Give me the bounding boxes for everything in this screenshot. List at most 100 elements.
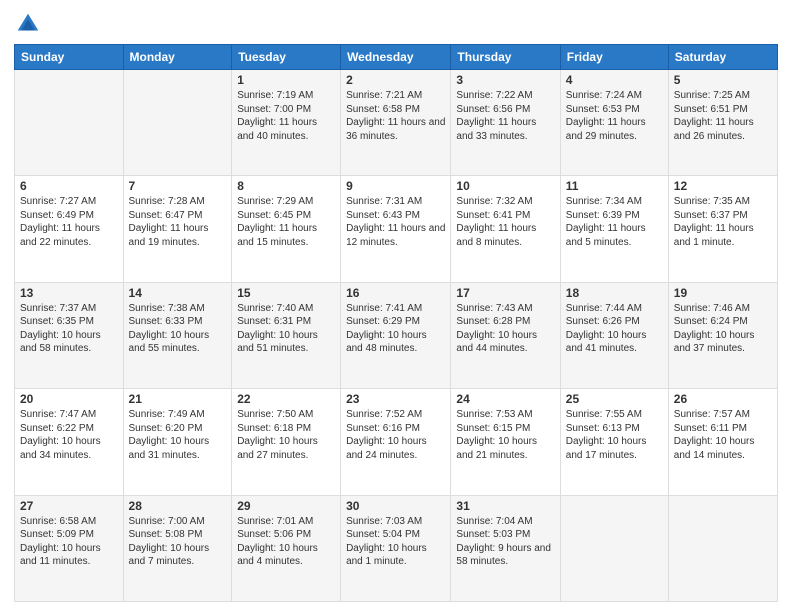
day-info: Sunrise: 7:03 AM Sunset: 5:04 PM Dayligh… <box>346 515 445 569</box>
calendar-cell: 29 Sunrise: 7:01 AM Sunset: 5:06 PM Dayli… <box>232 495 341 601</box>
calendar-cell: 6Sunrise: 7:27 AM Sunset: 6:49 PM Daylig… <box>15 176 124 282</box>
calendar-cell: 28 Sunrise: 7:00 AM Sunset: 5:08 PM Dayli… <box>123 495 232 601</box>
day-info: Sunrise: 7:43 AM Sunset: 6:28 PM Dayligh… <box>456 302 554 356</box>
day-number: 29 <box>237 499 335 513</box>
day-number: 28 <box>129 499 227 513</box>
day-info: Sunrise: 7:38 AM Sunset: 6:33 PM Dayligh… <box>129 302 227 356</box>
calendar-cell: 30 Sunrise: 7:03 AM Sunset: 5:04 PM Dayli… <box>341 495 451 601</box>
day-info: Sunrise: 7:52 AM Sunset: 6:16 PM Dayligh… <box>346 408 445 462</box>
day-number: 11 <box>566 179 663 193</box>
day-number: 26 <box>674 392 772 406</box>
day-info: Sunrise: 7:57 AM Sunset: 6:11 PM Dayligh… <box>674 408 772 462</box>
calendar-cell: 16 Sunrise: 7:41 AM Sunset: 6:29 PM Dayli… <box>341 282 451 388</box>
day-number: 5 <box>674 73 772 87</box>
calendar-header-row: SundayMondayTuesdayWednesdayThursdayFrid… <box>15 45 778 70</box>
day-info: Sunrise: 6:58 AM Sunset: 5:09 PM Dayligh… <box>20 515 118 569</box>
day-number: 27 <box>20 499 118 513</box>
day-number: 15 <box>237 286 335 300</box>
calendar-cell: 21 Sunrise: 7:49 AM Sunset: 6:20 PM Dayli… <box>123 389 232 495</box>
day-number: 23 <box>346 392 445 406</box>
calendar-cell: 1Sunrise: 7:19 AM Sunset: 7:00 PM Daylig… <box>232 70 341 176</box>
day-number: 4 <box>566 73 663 87</box>
calendar-cell: 9 Sunrise: 7:31 AM Sunset: 6:43 PM Daylig… <box>341 176 451 282</box>
day-info: Sunrise: 7:01 AM Sunset: 5:06 PM Dayligh… <box>237 515 335 569</box>
day-info: Sunrise: 7:50 AM Sunset: 6:18 PM Dayligh… <box>237 408 335 462</box>
main-container: SundayMondayTuesdayWednesdayThursdayFrid… <box>0 0 792 612</box>
day-info: Sunrise: 7:44 AM Sunset: 6:26 PM Dayligh… <box>566 302 663 356</box>
calendar-cell: 25 Sunrise: 7:55 AM Sunset: 6:13 PM Dayli… <box>560 389 668 495</box>
calendar-cell: 10 Sunrise: 7:32 AM Sunset: 6:41 PM Dayli… <box>451 176 560 282</box>
header <box>14 10 778 38</box>
day-info: Sunrise: 7:41 AM Sunset: 6:29 PM Dayligh… <box>346 302 445 356</box>
calendar-cell: 15 Sunrise: 7:40 AM Sunset: 6:31 PM Dayli… <box>232 282 341 388</box>
day-number: 30 <box>346 499 445 513</box>
calendar-cell: 11Sunrise: 7:34 AM Sunset: 6:39 PM Dayli… <box>560 176 668 282</box>
day-number: 1 <box>237 73 335 87</box>
day-info: Sunrise: 7:28 AM Sunset: 6:47 PM Dayligh… <box>129 195 227 249</box>
day-info: Sunrise: 7:25 AM Sunset: 6:51 PM Dayligh… <box>674 89 772 143</box>
day-info: Sunrise: 7:31 AM Sunset: 6:43 PM Dayligh… <box>346 195 445 249</box>
day-number: 24 <box>456 392 554 406</box>
day-number: 10 <box>456 179 554 193</box>
weekday-header: Saturday <box>668 45 777 70</box>
calendar-cell <box>123 70 232 176</box>
calendar-table: SundayMondayTuesdayWednesdayThursdayFrid… <box>14 44 778 602</box>
calendar-cell: 27 Sunrise: 6:58 AM Sunset: 5:09 PM Dayli… <box>15 495 124 601</box>
day-info: Sunrise: 7:00 AM Sunset: 5:08 PM Dayligh… <box>129 515 227 569</box>
day-info: Sunrise: 7:35 AM Sunset: 6:37 PM Dayligh… <box>674 195 772 249</box>
day-number: 22 <box>237 392 335 406</box>
day-number: 25 <box>566 392 663 406</box>
day-number: 21 <box>129 392 227 406</box>
calendar-week-row: 20 Sunrise: 7:47 AM Sunset: 6:22 PM Dayli… <box>15 389 778 495</box>
calendar-cell: 19 Sunrise: 7:46 AM Sunset: 6:24 PM Dayli… <box>668 282 777 388</box>
day-number: 18 <box>566 286 663 300</box>
day-info: Sunrise: 7:21 AM Sunset: 6:58 PM Dayligh… <box>346 89 445 143</box>
weekday-header: Wednesday <box>341 45 451 70</box>
calendar-cell: 4 Sunrise: 7:24 AM Sunset: 6:53 PM Daylig… <box>560 70 668 176</box>
calendar-cell: 5 Sunrise: 7:25 AM Sunset: 6:51 PM Daylig… <box>668 70 777 176</box>
day-number: 8 <box>237 179 335 193</box>
calendar-cell: 17Sunrise: 7:43 AM Sunset: 6:28 PM Dayli… <box>451 282 560 388</box>
day-info: Sunrise: 7:40 AM Sunset: 6:31 PM Dayligh… <box>237 302 335 356</box>
weekday-header: Sunday <box>15 45 124 70</box>
day-number: 16 <box>346 286 445 300</box>
day-info: Sunrise: 7:24 AM Sunset: 6:53 PM Dayligh… <box>566 89 663 143</box>
calendar-week-row: 13 Sunrise: 7:37 AM Sunset: 6:35 PM Dayli… <box>15 282 778 388</box>
day-info: Sunrise: 7:04 AM Sunset: 5:03 PM Dayligh… <box>456 515 554 569</box>
weekday-header: Tuesday <box>232 45 341 70</box>
day-number: 9 <box>346 179 445 193</box>
calendar-cell: 8 Sunrise: 7:29 AM Sunset: 6:45 PM Daylig… <box>232 176 341 282</box>
calendar-cell: 3Sunrise: 7:22 AM Sunset: 6:56 PM Daylig… <box>451 70 560 176</box>
day-info: Sunrise: 7:27 AM Sunset: 6:49 PM Dayligh… <box>20 195 118 249</box>
day-number: 31 <box>456 499 554 513</box>
calendar-cell: 24 Sunrise: 7:53 AM Sunset: 6:15 PM Dayli… <box>451 389 560 495</box>
calendar-cell: 23 Sunrise: 7:52 AM Sunset: 6:16 PM Dayli… <box>341 389 451 495</box>
logo-icon <box>14 10 42 38</box>
calendar-week-row: 1Sunrise: 7:19 AM Sunset: 7:00 PM Daylig… <box>15 70 778 176</box>
day-number: 14 <box>129 286 227 300</box>
calendar-cell: 7 Sunrise: 7:28 AM Sunset: 6:47 PM Daylig… <box>123 176 232 282</box>
calendar-cell <box>668 495 777 601</box>
calendar-cell <box>15 70 124 176</box>
day-info: Sunrise: 7:37 AM Sunset: 6:35 PM Dayligh… <box>20 302 118 356</box>
calendar-cell: 31 Sunrise: 7:04 AM Sunset: 5:03 PM Dayli… <box>451 495 560 601</box>
weekday-header: Monday <box>123 45 232 70</box>
day-info: Sunrise: 7:53 AM Sunset: 6:15 PM Dayligh… <box>456 408 554 462</box>
day-info: Sunrise: 7:46 AM Sunset: 6:24 PM Dayligh… <box>674 302 772 356</box>
calendar-cell: 14 Sunrise: 7:38 AM Sunset: 6:33 PM Dayli… <box>123 282 232 388</box>
day-number: 12 <box>674 179 772 193</box>
day-number: 7 <box>129 179 227 193</box>
calendar-cell: 2Sunrise: 7:21 AM Sunset: 6:58 PM Daylig… <box>341 70 451 176</box>
day-number: 13 <box>20 286 118 300</box>
day-info: Sunrise: 7:29 AM Sunset: 6:45 PM Dayligh… <box>237 195 335 249</box>
day-number: 19 <box>674 286 772 300</box>
calendar-week-row: 6Sunrise: 7:27 AM Sunset: 6:49 PM Daylig… <box>15 176 778 282</box>
day-number: 20 <box>20 392 118 406</box>
day-info: Sunrise: 7:55 AM Sunset: 6:13 PM Dayligh… <box>566 408 663 462</box>
calendar-cell: 26 Sunrise: 7:57 AM Sunset: 6:11 PM Dayli… <box>668 389 777 495</box>
day-info: Sunrise: 7:32 AM Sunset: 6:41 PM Dayligh… <box>456 195 554 249</box>
day-info: Sunrise: 7:49 AM Sunset: 6:20 PM Dayligh… <box>129 408 227 462</box>
day-info: Sunrise: 7:47 AM Sunset: 6:22 PM Dayligh… <box>20 408 118 462</box>
calendar-cell: 13 Sunrise: 7:37 AM Sunset: 6:35 PM Dayli… <box>15 282 124 388</box>
logo <box>14 10 44 38</box>
